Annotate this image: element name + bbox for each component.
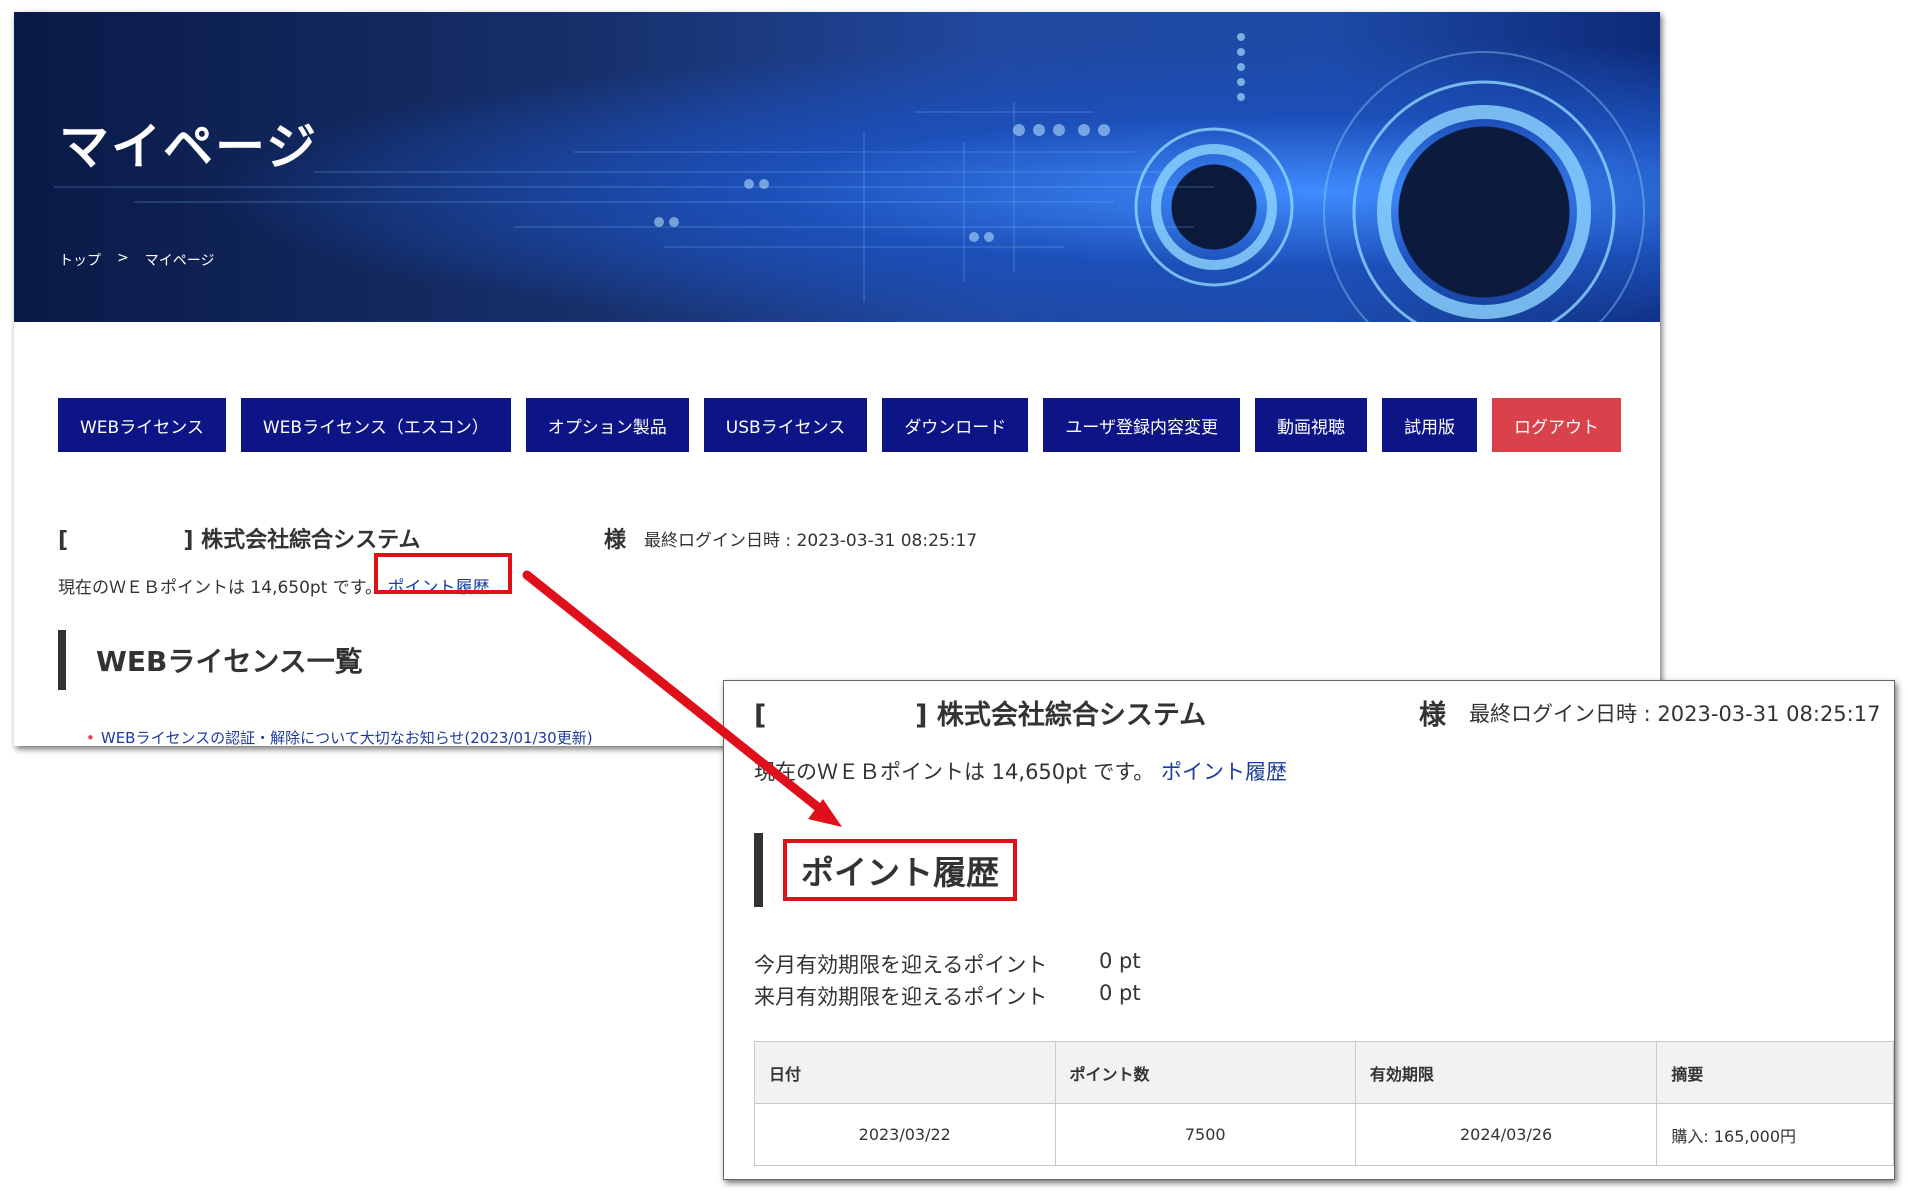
callout-arrow: [522, 570, 842, 827]
